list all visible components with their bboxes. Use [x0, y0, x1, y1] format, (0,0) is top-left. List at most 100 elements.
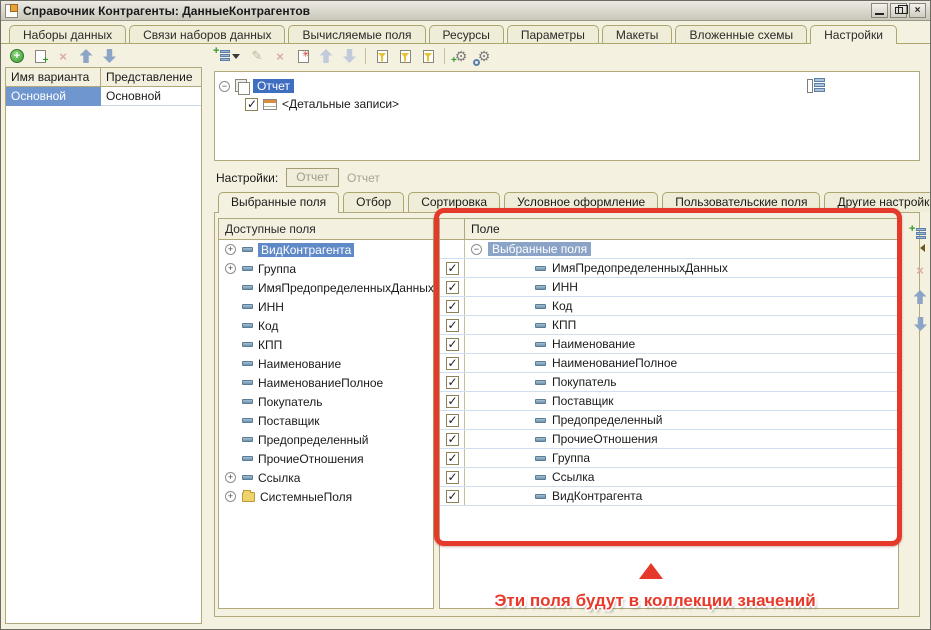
checkbox[interactable]: [446, 281, 459, 294]
table-row-group[interactable]: Выбранные поля: [440, 240, 898, 259]
edit-element-button[interactable]: ✎: [247, 47, 267, 65]
delete-variant-button[interactable]: ×: [53, 47, 73, 65]
table-row[interactable]: Код: [440, 297, 898, 316]
table-row[interactable]: КПП: [440, 316, 898, 335]
tab-other-settings[interactable]: Другие настройки: [824, 192, 931, 212]
checkbox[interactable]: [446, 357, 459, 370]
checkbox[interactable]: [446, 471, 459, 484]
restore-default-settings-button[interactable]: [372, 47, 392, 65]
field-label[interactable]: Наименование: [258, 357, 341, 371]
move-variant-down-button[interactable]: [99, 47, 119, 65]
field-label[interactable]: ПрочиеОтношения: [258, 452, 364, 466]
field-label[interactable]: Поставщик: [258, 414, 320, 428]
field-label[interactable]: КПП: [552, 318, 576, 332]
report-button[interactable]: Отчет: [286, 168, 339, 187]
table-row[interactable]: Наименование: [440, 335, 898, 354]
restore-button[interactable]: [890, 3, 907, 18]
table-row[interactable]: НаименованиеПолное: [440, 354, 898, 373]
table-row[interactable]: Покупатель: [440, 373, 898, 392]
field-label[interactable]: ИмяПредопределенныхДанных: [552, 261, 728, 275]
tab-sorting[interactable]: Сортировка: [408, 192, 500, 212]
tree-node-detail-records[interactable]: <Детальные записи>: [219, 95, 915, 113]
field-label[interactable]: Предопределенный: [258, 433, 369, 447]
tab-calculated-fields[interactable]: Вычисляемые поля: [288, 25, 425, 43]
tab-user-fields[interactable]: Пользовательские поля: [662, 192, 820, 212]
tab-conditional-appearance[interactable]: Условное оформление: [504, 192, 658, 212]
close-button[interactable]: ×: [909, 3, 926, 18]
add-field-button[interactable]: +: [910, 225, 930, 243]
variant-name-cell[interactable]: Основной: [6, 87, 101, 106]
field-label[interactable]: СистемныеПоля: [260, 490, 352, 504]
tab-layouts[interactable]: Макеты: [602, 25, 673, 43]
move-up-button[interactable]: [316, 47, 336, 65]
field-label[interactable]: ИНН: [552, 280, 578, 294]
field-label[interactable]: НаименованиеПолное: [552, 356, 677, 370]
tab-nested-schemas[interactable]: Вложенные схемы: [675, 25, 807, 43]
list-item[interactable]: Покупатель: [219, 392, 433, 411]
column-header-field[interactable]: Поле: [465, 219, 898, 239]
table-row[interactable]: Группа: [440, 449, 898, 468]
tab-filter[interactable]: Отбор: [343, 192, 404, 212]
field-label[interactable]: Группа: [258, 262, 296, 276]
field-label[interactable]: НаименованиеПолное: [258, 376, 383, 390]
tab-settings[interactable]: Настройки: [810, 25, 897, 44]
table-row[interactable]: Поставщик: [440, 392, 898, 411]
move-field-down-button[interactable]: [910, 315, 930, 333]
checkbox[interactable]: [446, 452, 459, 465]
table-row[interactable]: Основной Основной: [6, 87, 201, 106]
column-header-variant-name[interactable]: Имя варианта: [6, 68, 101, 86]
expander-minus-icon[interactable]: [219, 81, 230, 92]
delete-field-button[interactable]: ×: [910, 261, 930, 279]
field-label[interactable]: ВидКонтрагента: [258, 243, 354, 257]
tree-node-label[interactable]: <Детальные записи>: [282, 97, 399, 111]
add-element-button[interactable]: +: [214, 47, 244, 65]
list-item[interactable]: ИмяПредопределенныхДанных: [219, 278, 433, 297]
list-item[interactable]: СистемныеПоля: [219, 487, 433, 506]
load-settings-button[interactable]: [395, 47, 415, 65]
list-item[interactable]: ИНН: [219, 297, 433, 316]
list-item[interactable]: Код: [219, 316, 433, 335]
list-item[interactable]: Ссылка: [219, 468, 433, 487]
field-label[interactable]: ПрочиеОтношения: [552, 432, 658, 446]
tree-node-label[interactable]: Отчет: [253, 79, 294, 93]
column-header-presentation[interactable]: Представление: [101, 68, 198, 86]
field-label[interactable]: ИмяПредопределенныхДанных: [258, 281, 434, 295]
expander-plus-icon[interactable]: [225, 472, 236, 483]
list-item[interactable]: ВидКонтрагента: [219, 240, 433, 259]
group-label[interactable]: Выбранные поля: [488, 242, 591, 256]
add-settings-button[interactable]: ⚙+: [451, 47, 471, 65]
list-item[interactable]: Наименование: [219, 354, 433, 373]
list-item[interactable]: НаименованиеПолное: [219, 373, 433, 392]
field-label[interactable]: Код: [552, 299, 572, 313]
list-item[interactable]: ПрочиеОтношения: [219, 449, 433, 468]
field-label[interactable]: Код: [258, 319, 278, 333]
field-label[interactable]: Группа: [552, 451, 590, 465]
settings-wizard-button[interactable]: ✳: [293, 47, 313, 65]
delete-element-button[interactable]: ×: [270, 47, 290, 65]
checkbox[interactable]: [446, 490, 459, 503]
open-settings-button[interactable]: ⚙: [474, 47, 494, 65]
move-down-button[interactable]: [339, 47, 359, 65]
move-variant-up-button[interactable]: [76, 47, 96, 65]
table-row[interactable]: ПрочиеОтношения: [440, 430, 898, 449]
field-label[interactable]: Наименование: [552, 337, 635, 351]
table-row[interactable]: ВидКонтрагента: [440, 487, 898, 506]
field-label[interactable]: Ссылка: [552, 470, 594, 484]
minimize-button[interactable]: [871, 3, 888, 18]
list-item[interactable]: Группа: [219, 259, 433, 278]
save-settings-button[interactable]: [418, 47, 438, 65]
checkbox[interactable]: [446, 433, 459, 446]
expander-minus-icon[interactable]: [471, 244, 482, 255]
list-item[interactable]: КПП: [219, 335, 433, 354]
add-variant-button[interactable]: +: [7, 47, 27, 65]
checkbox[interactable]: [446, 338, 459, 351]
field-label[interactable]: Покупатель: [552, 375, 616, 389]
field-label[interactable]: ВидКонтрагента: [552, 489, 642, 503]
tab-data-sets[interactable]: Наборы данных: [9, 25, 126, 43]
tab-data-set-links[interactable]: Связи наборов данных: [129, 25, 285, 43]
table-row[interactable]: Предопределенный: [440, 411, 898, 430]
checkbox[interactable]: [446, 300, 459, 313]
tab-parameters[interactable]: Параметры: [507, 25, 599, 43]
field-label[interactable]: Ссылка: [258, 471, 300, 485]
tab-selected-fields[interactable]: Выбранные поля: [218, 192, 339, 213]
